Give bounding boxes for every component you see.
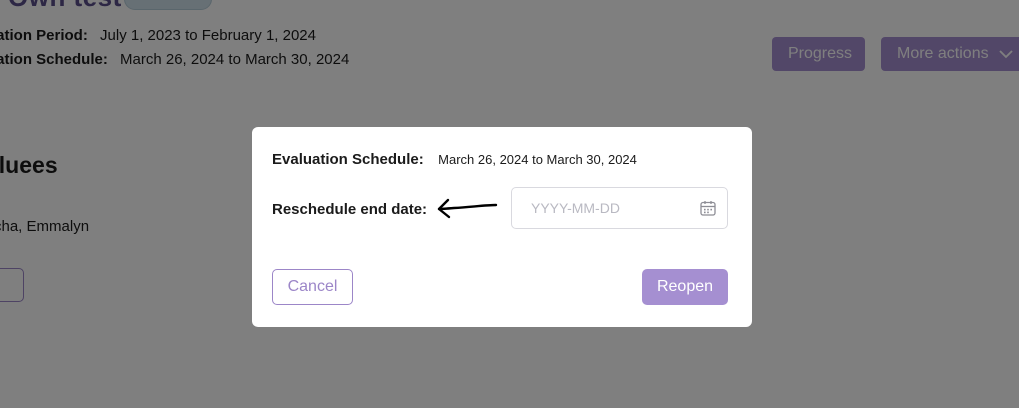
cancel-button[interactable]: Cancel	[272, 269, 353, 305]
modal-schedule-value: March 26, 2024 to March 30, 2024	[438, 152, 637, 167]
hand-drawn-arrow-icon	[436, 197, 498, 226]
modal-schedule-row: Evaluation Schedule: March 26, 2024 to M…	[272, 151, 637, 169]
calendar-icon[interactable]	[699, 199, 717, 217]
modal-schedule-label: Evaluation Schedule:	[272, 151, 424, 168]
reopen-dialog: Evaluation Schedule: March 26, 2024 to M…	[252, 127, 752, 327]
reschedule-date-field[interactable]	[511, 187, 728, 229]
reschedule-date-input[interactable]	[529, 199, 683, 217]
reopen-button[interactable]: Reopen	[642, 269, 728, 305]
reschedule-end-date-label: Reschedule end date:	[272, 201, 428, 218]
